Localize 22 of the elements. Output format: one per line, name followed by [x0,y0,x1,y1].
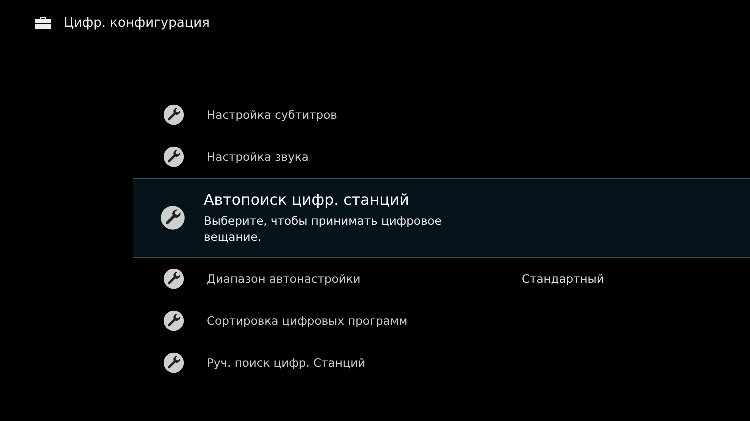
wrench-icon [160,205,186,232]
item-description: Выберите, чтобы принимать цифровое вещание. [204,213,443,246]
wrench-icon [163,146,185,168]
item-label: Сортировка цифровых программ [207,314,409,328]
menu-item[interactable]: Диапазон автонастройки Стандартный [0,258,750,300]
toolbox-icon [34,16,52,30]
item-value: Стандартный [522,272,604,286]
wrench-icon [163,352,185,374]
menu-item[interactable]: Настройка субтитров [0,94,750,136]
wrench-icon [163,104,185,126]
wrench-icon [163,268,185,290]
screen-title: Цифр. конфигурация [64,16,210,30]
wrench-icon [163,310,185,332]
menu-item[interactable]: Автопоиск цифр. станций Выберите, чтобы принимать цифровое вещание. [133,178,750,258]
menu-item[interactable]: Руч. поиск цифр. Станций [0,342,750,384]
menu-item[interactable]: Сортировка цифровых программ [0,300,750,342]
item-label: Диапазон автонастройки [207,272,362,286]
item-label: Настройка субтитров [207,108,338,122]
item-label: Автопоиск цифр. станций [204,191,410,209]
item-label: Настройка звука [207,150,310,164]
item-label: Руч. поиск цифр. Станций [207,356,367,370]
menu-item[interactable]: Настройка звука [0,136,750,178]
